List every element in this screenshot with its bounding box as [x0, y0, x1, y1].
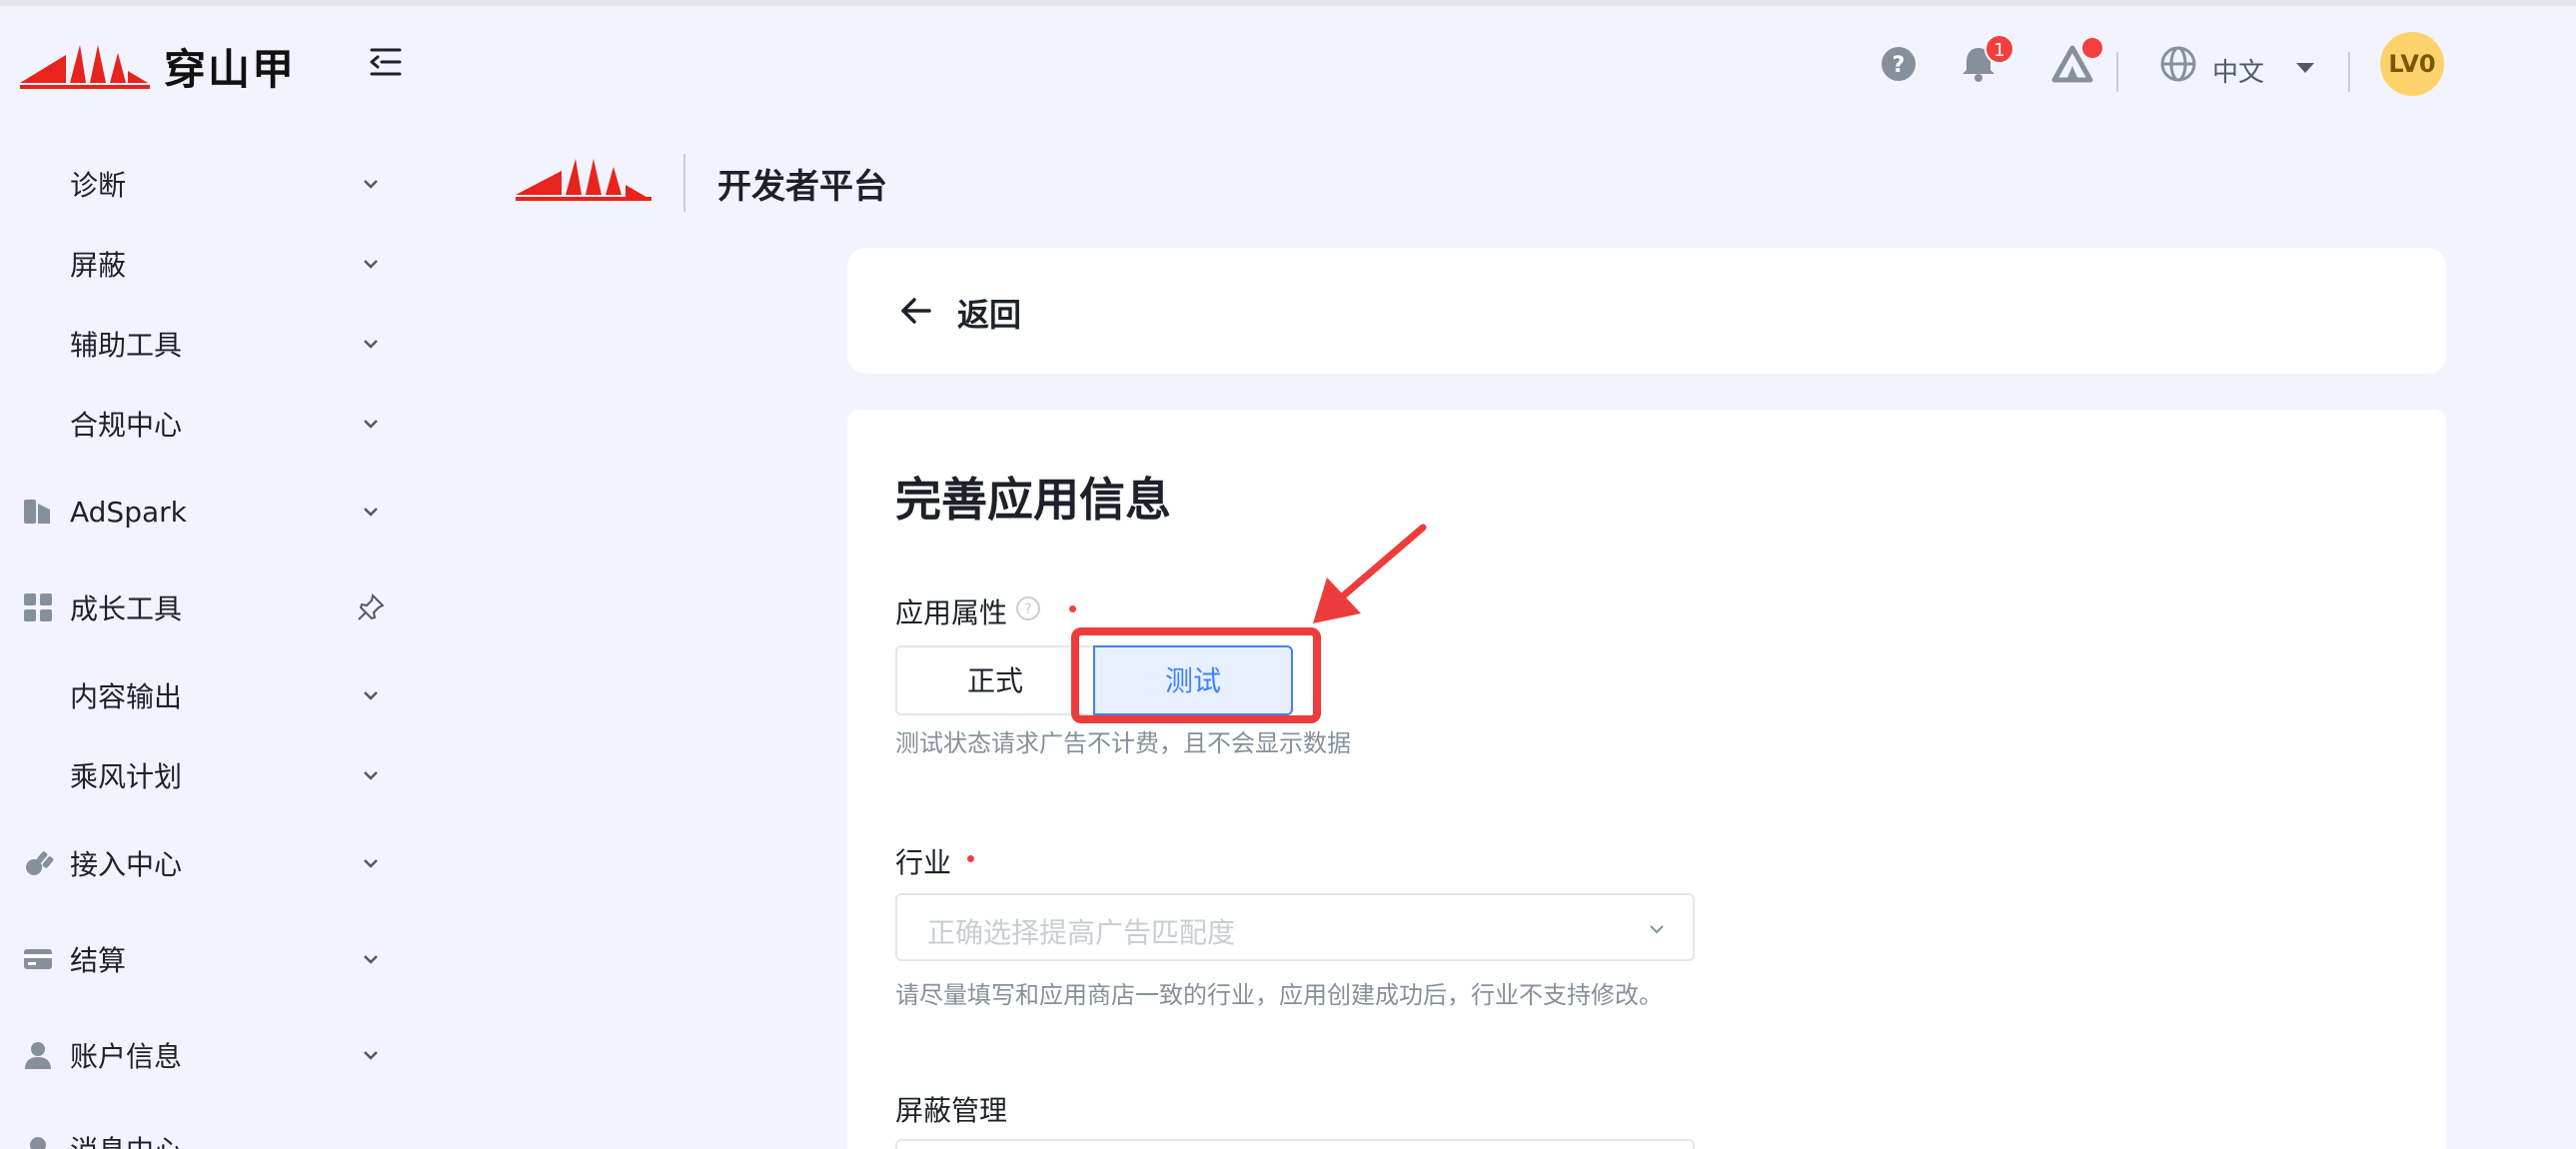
- header-tools: ? 1 中文 LV0: [1877, 32, 2576, 102]
- chevron-down-icon: [1650, 925, 1664, 934]
- required-mark: [1069, 605, 1076, 612]
- chevron-down-icon: [364, 691, 378, 700]
- industry-placeholder: 正确选择提高广告匹配度: [927, 916, 1236, 949]
- user-icon: [25, 1042, 51, 1069]
- sidebar-item-settlement[interactable]: 结算: [0, 929, 400, 989]
- sidebar-item-messages[interactable]: 消息中心: [0, 1119, 400, 1149]
- grid-icon: [24, 593, 52, 621]
- sidebar-item-label: 账户信息: [70, 1040, 183, 1073]
- option-formal-button[interactable]: 正式: [895, 645, 1093, 715]
- app-dot-badge: [2082, 38, 2102, 58]
- globe-icon[interactable]: [2156, 42, 2200, 86]
- pin-icon[interactable]: [356, 592, 386, 622]
- page-title: 开发者平台: [717, 166, 887, 207]
- header-divider: [683, 154, 685, 212]
- plug-icon: [26, 851, 54, 875]
- chevron-down-icon: [364, 508, 378, 517]
- sidebar-item-label: 结算: [70, 944, 127, 977]
- chevron-down-icon: [364, 260, 378, 269]
- chevron-down-icon: [364, 859, 378, 868]
- sidebar-item-diagnosis[interactable]: 诊断: [0, 154, 400, 214]
- chevron-down-icon: [364, 771, 378, 780]
- annotation-highlight-box: [1071, 627, 1321, 723]
- pangle-logo-icon: [516, 159, 651, 201]
- form-title: 完善应用信息: [895, 473, 1171, 527]
- header-divider: [2116, 52, 2118, 92]
- svg-text:?: ?: [1024, 601, 1031, 617]
- sidebar-item-integration[interactable]: 接入中心: [0, 833, 400, 893]
- top-header: 穿山甲 ? 1 中文 LV0: [0, 6, 2576, 126]
- back-button[interactable]: 返回: [957, 290, 1021, 336]
- brand-logo[interactable]: 穿山甲: [20, 36, 296, 97]
- avatar[interactable]: LV0: [2380, 32, 2444, 96]
- menu-collapse-icon[interactable]: [366, 42, 406, 82]
- chevron-down-icon: [364, 180, 378, 189]
- svg-text:?: ?: [1893, 53, 1906, 78]
- block-mgmt-label: 屏蔽管理: [895, 1094, 1008, 1127]
- message-icon: [30, 1137, 46, 1149]
- industry-hint: 请尽量填写和应用商店一致的行业，应用创建成功后，行业不支持修改。: [895, 981, 1663, 1009]
- logo-text: 穿山甲: [164, 45, 297, 94]
- app-attr-label: 应用属性: [895, 596, 1008, 629]
- header-divider: [2348, 52, 2350, 92]
- sidebar-item-compliance[interactable]: 合规中心: [0, 394, 400, 454]
- annotation-arrow-icon: [1313, 524, 1427, 623]
- sidebar-item-label: 成长工具: [70, 592, 183, 625]
- sidebar-item-growth[interactable]: 成长工具: [0, 577, 400, 637]
- app-attr-hint: 测试状态请求广告不计费，且不会显示数据: [895, 729, 1351, 757]
- back-card: 返回: [847, 248, 2446, 374]
- notification-badge: 1: [1984, 34, 2014, 64]
- sidebar-item-label: 辅助工具: [70, 329, 183, 362]
- required-mark: [967, 855, 974, 862]
- sidebar-item-content[interactable]: 内容输出: [0, 665, 400, 725]
- sidebar-item-adspark[interactable]: AdSpark: [0, 482, 400, 542]
- sidebar-item-label: 消息中心: [70, 1129, 182, 1149]
- sidebar-item-label: 屏蔽: [70, 249, 127, 282]
- sidebar-item-label: 合规中心: [70, 409, 183, 442]
- sidebar-item-label: AdSpark: [70, 495, 187, 529]
- sidebar-item-ride-wind[interactable]: 乘风计划: [0, 745, 400, 805]
- sidebar-item-label: 内容输出: [70, 680, 183, 713]
- caret-down-icon[interactable]: [2290, 52, 2320, 82]
- sidebar-item-label: 诊断: [70, 169, 127, 202]
- block-mgmt-field[interactable]: [895, 1139, 1695, 1149]
- back-arrow-icon[interactable]: [897, 292, 935, 330]
- question-icon[interactable]: ?: [1015, 595, 1041, 621]
- industry-select[interactable]: 正确选择提高广告匹配度: [895, 893, 1695, 961]
- industry-label: 行业: [895, 846, 952, 879]
- pangle-logo-icon: [20, 44, 150, 89]
- adspark-icon: [24, 500, 50, 524]
- sidebar-item-label: 接入中心: [70, 848, 183, 881]
- chevron-down-icon: [364, 420, 378, 429]
- sidebar-item-tools[interactable]: 辅助工具: [0, 314, 400, 374]
- language-selector[interactable]: 中文: [2212, 52, 2264, 89]
- sidebar-item-block[interactable]: 屏蔽: [0, 234, 400, 294]
- card-icon: [24, 949, 52, 969]
- chevron-down-icon: [364, 1051, 378, 1060]
- chevron-down-icon: [364, 955, 378, 964]
- sidebar-item-label: 乘风计划: [70, 760, 183, 793]
- platform-header: 开发者平台: [516, 150, 887, 216]
- chevron-down-icon: [364, 340, 378, 349]
- form-card: 完善应用信息 应用属性 ? 正式 测试 测试状态请求广告不计费，且不会显示数据 …: [847, 410, 2446, 1149]
- help-icon[interactable]: ?: [1877, 42, 1921, 86]
- sidebar-item-account[interactable]: 账户信息: [0, 1025, 400, 1085]
